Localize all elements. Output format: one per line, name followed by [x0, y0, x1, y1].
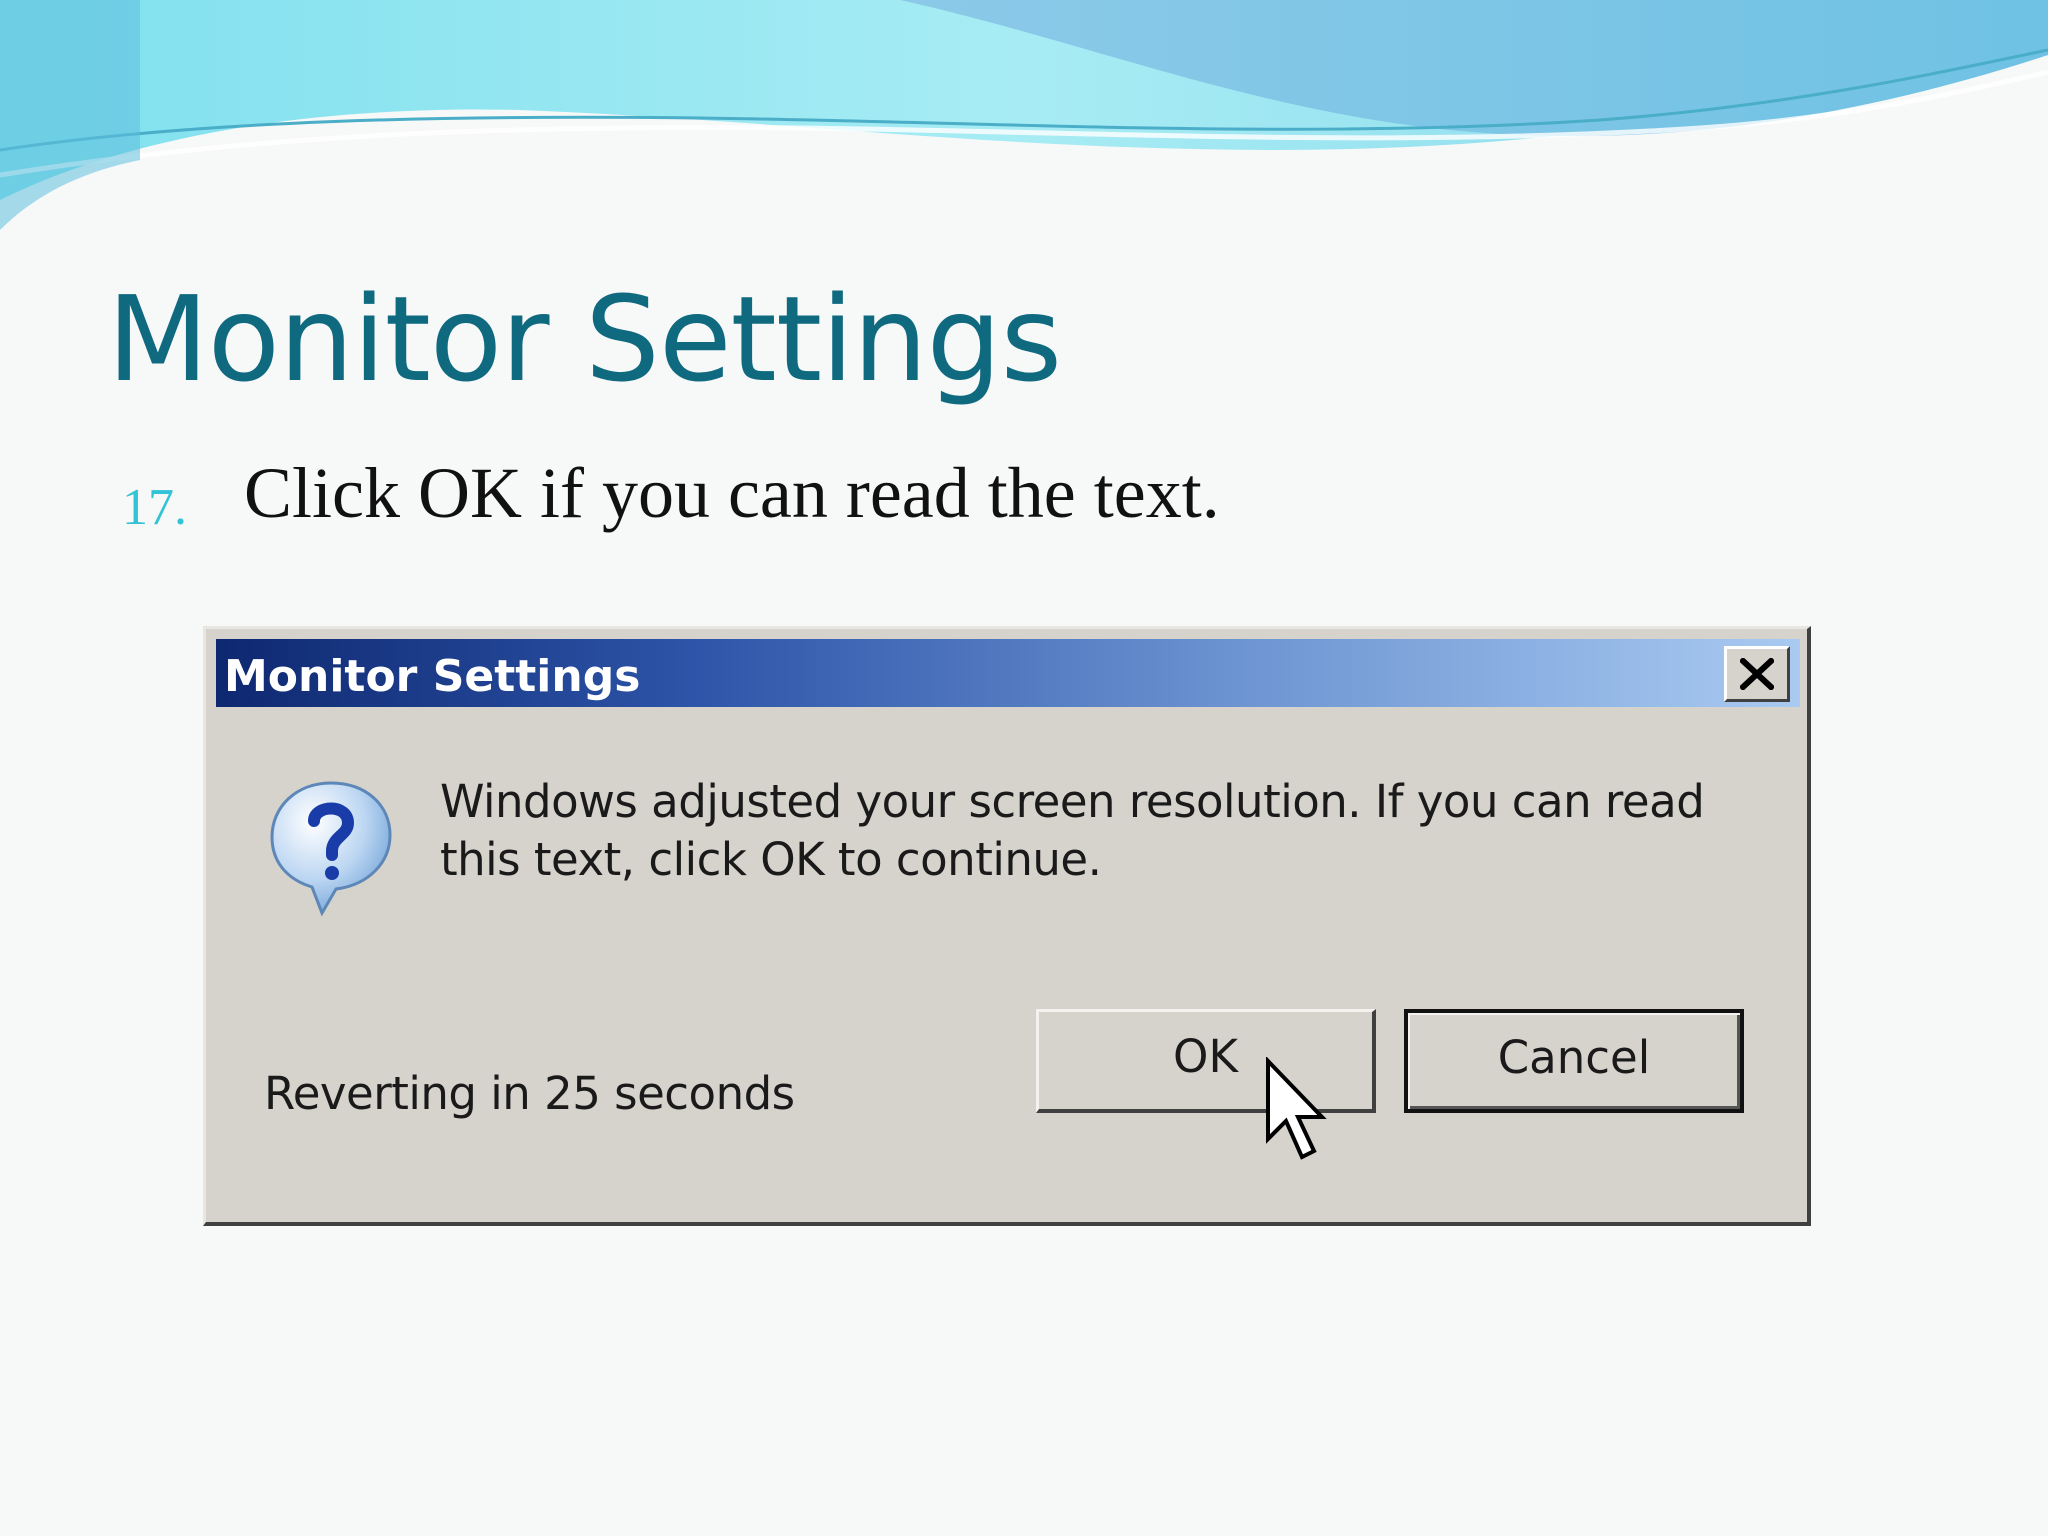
header-wave-decoration [0, 0, 2048, 230]
dialog-titlebar[interactable]: Monitor Settings [216, 639, 1800, 707]
close-button[interactable] [1724, 646, 1790, 702]
question-balloon-icon [270, 781, 392, 917]
bullet-text: Click OK if you can read the text. [244, 453, 1220, 533]
monitor-settings-dialog: Monitor Settings Windows adjusted your s… [203, 626, 1811, 1226]
slide: Monitor Settings 17. Click OK if you can… [0, 0, 2048, 1536]
dialog-message: Windows adjusted your screen resolution.… [440, 775, 1705, 886]
countdown-text: Reverting in 25 seconds [264, 1067, 795, 1120]
dialog-title: Monitor Settings [224, 651, 641, 702]
cancel-button[interactable]: Cancel [1404, 1009, 1744, 1113]
close-x-icon [1740, 658, 1774, 690]
mouse-cursor-icon [1266, 1057, 1327, 1160]
bullet-number: 17. [122, 479, 187, 536]
slide-title: Monitor Settings [107, 270, 1062, 408]
